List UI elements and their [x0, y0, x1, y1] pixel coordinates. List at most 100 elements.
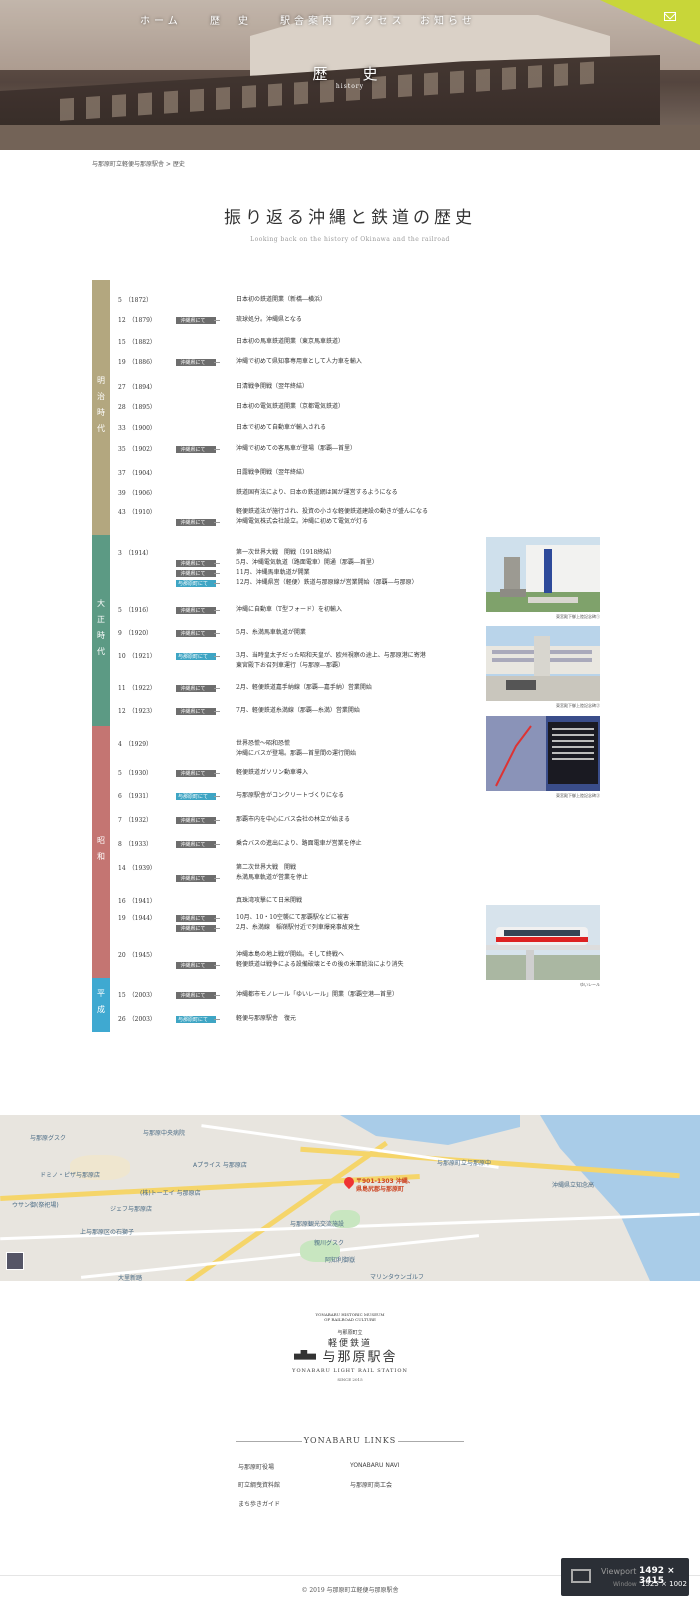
location-tag: 沖縄県にて — [176, 685, 220, 692]
map-label: ウサン御(祭祀場) — [12, 1202, 59, 1209]
location-tag: 沖縄県にて — [176, 841, 220, 848]
timeline-event: 沖縄本島の地上戦が開始。そして終戦へ — [236, 951, 344, 958]
nav-news[interactable]: お知らせ — [420, 12, 490, 27]
mail-icon[interactable] — [664, 12, 676, 21]
timeline-event: 軽便鉄道法が施行され、投資の小さな軽便鉄道建設の動きが盛んになる — [236, 508, 429, 515]
hero-title: 歴 史 — [312, 65, 388, 83]
location-tag: 沖縄県にて — [176, 359, 220, 366]
timeline-event: 沖縄にバスが登場。那覇―首里間の運行開始 — [236, 750, 357, 757]
photo-caption-4: ゆいレール — [580, 982, 600, 987]
timeline-event: 世界恐慌～昭和恐慌 — [236, 740, 291, 747]
map-label: 阿知利御嶽 — [325, 1257, 356, 1264]
timeline-event: 沖縄で初めて県知事専用車として人力車を輸入 — [236, 358, 362, 365]
street-view-icon[interactable] — [6, 1252, 24, 1270]
location-tag: 与那原町にて — [176, 793, 220, 800]
location-tag: 与那原町にて — [176, 580, 220, 587]
location-tag: 沖縄県にて — [176, 570, 220, 577]
timeline-event: 軽便与那原駅舎 復元 — [236, 1015, 297, 1022]
photo-caption-1: 東宮殿下御上陸記念碑① — [556, 614, 600, 619]
timeline-event: 沖縄都市モノレール「ゆいレール」開業（那覇空港―首里） — [236, 991, 399, 998]
timeline-event: 5月、糸満馬車軌道が開業 — [236, 629, 306, 636]
site-logo[interactable]: YONABARU HISTORIC MUSEUM OF RAILROAD CUL… — [290, 1312, 410, 1392]
timeline-event: 日露戦争開戦（翌年終結） — [236, 469, 309, 476]
map-label: マリンタウンゴルフ — [370, 1274, 425, 1281]
hero-banner: ホーム 歴 史 駅舎案内 アクセス お知らせ 歴 史 history — [0, 0, 700, 150]
link-museum[interactable]: 町立綱曳資料館 — [238, 1480, 280, 1489]
location-tag: 沖縄県にて — [176, 519, 220, 526]
location-tag: 沖縄県にて — [176, 560, 220, 567]
global-nav: ホーム 歴 史 駅舎案内 アクセス お知らせ — [140, 12, 490, 27]
links-title: YONABARU LINKS — [303, 1436, 397, 1445]
timeline-event: 7月、軽便鉄道糸満線（那覇―糸満）営業開始 — [236, 707, 360, 714]
timeline-event: 乗合バスの進出により、路面電車が営業を停止 — [236, 840, 362, 847]
page-subtitle: Looking back on the history of Okinawa a… — [250, 236, 450, 243]
map-label: 上与那原区の石獅子 — [80, 1229, 135, 1236]
timeline-event: 那覇市内を中心にバス会社の林立が始まる — [236, 816, 351, 823]
location-tag: 沖縄県にて — [176, 915, 220, 922]
map-label: Aプライス 与那原店 — [193, 1162, 247, 1169]
timeline-event: 日本初の鉄道開業（新橋―横浜） — [236, 296, 327, 303]
nav-home[interactable]: ホーム — [140, 12, 210, 27]
timeline-event: 軽便鉄道ガソリン動車導入 — [236, 769, 309, 776]
map-label: (株)トーエイ 与那原店 — [140, 1190, 201, 1197]
nav-access[interactable]: アクセス — [350, 12, 420, 27]
timeline-event: 2月、糸満線 稲嶺駅付近で列車爆発事故発生 — [236, 924, 360, 931]
map-pin-label: 〒901-1303 沖縄、 県島尻郡与那原町 — [356, 1178, 414, 1193]
timeline-event: 糸満馬車軌道が営業を停止 — [236, 874, 309, 881]
page-title: 振り返る沖縄と鉄道の歴史 — [224, 208, 476, 228]
photo-caption-2: 東宮殿下御上陸記念碑② — [556, 703, 600, 708]
map-label: 与那原グスク — [30, 1135, 67, 1142]
map-pin-icon[interactable] — [341, 1174, 357, 1191]
location-tag: 沖縄県にて — [176, 446, 220, 453]
location-tag: 沖縄県にて — [176, 817, 220, 824]
location-tag: 沖縄県にて — [176, 630, 220, 637]
location-tag: 与那原町にて — [176, 653, 220, 660]
nav-history[interactable]: 歴 史 — [210, 12, 280, 27]
photo-caption-3: 東宮殿下御上陸記念碑③ — [556, 793, 600, 798]
era-band: 明治時代 — [92, 280, 110, 535]
timeline-event: 3月、当時皇太子だった昭和天皇が、欧州視察の途上、与那原港に寄港 — [236, 652, 426, 659]
breadcrumb[interactable]: 与那原町立軽便与那原駅舎 > 歴史 — [92, 159, 185, 168]
monitor-icon — [571, 1569, 591, 1583]
monument-photo-3 — [486, 716, 600, 791]
link-yonabaru-navi[interactable]: YONABARU NAVI — [350, 1462, 399, 1469]
era-band: 大正時代 — [92, 535, 110, 726]
era-band: 平成 — [92, 978, 110, 1032]
location-tag: 沖縄県にて — [176, 317, 220, 324]
timeline-event: 11月、沖縄馬車軌道が開業 — [236, 569, 310, 576]
map-label: 与那原町立与那原中 — [437, 1160, 492, 1167]
location-tag: 沖縄県にて — [176, 607, 220, 614]
timeline-event: 10月、10・10空襲にて那覇駅などに被害 — [236, 914, 349, 921]
nav-station-guide[interactable]: 駅舎案内 — [280, 12, 350, 27]
map-label: 与那原中央病院 — [143, 1130, 186, 1137]
location-tag: 沖縄県にて — [176, 875, 220, 882]
hero-subtitle: history — [335, 83, 365, 90]
era-band: 昭和 — [92, 726, 110, 978]
timeline-event: 与那原駅舎がコンクリートづくりになる — [236, 792, 345, 799]
monument-photo-2 — [486, 626, 600, 701]
link-walk-guide[interactable]: まち歩きガイド — [238, 1499, 280, 1508]
location-tag: 沖縄県にて — [176, 708, 220, 715]
location-tag: 沖縄県にて — [176, 992, 220, 999]
timeline-event: 12月、沖縄県営（軽便）鉄道与那原線が営業開始（那覇―与那原） — [236, 579, 418, 586]
link-chamber[interactable]: 与那原町商工会 — [350, 1480, 392, 1489]
link-town-office[interactable]: 与那原町役場 — [238, 1462, 274, 1471]
timeline-event: 第一次世界大戦 開戦（1918終結） — [236, 549, 336, 556]
viewport-size-overlay: Viewport 1492 × 3415 Window 1525 × 1002 — [561, 1558, 689, 1596]
map-label: 親川グスク — [314, 1240, 345, 1247]
timeline-event: 軽便鉄道は戦争による設備破壊とその後の米軍統治により消失 — [236, 961, 404, 968]
timeline-event: 日清戦争開戦（翌年終結） — [236, 383, 309, 390]
monument-photo-1 — [486, 537, 600, 612]
timeline-event: 沖縄で初めての客馬車が登場（那覇―首里） — [236, 445, 357, 452]
location-tag: 沖縄県にて — [176, 962, 220, 969]
timeline-event: 真珠湾攻撃にて日米開戦 — [236, 897, 303, 904]
map-label: ドミノ・ピザ与那原店 — [40, 1172, 101, 1179]
location-tag: 与那原町にて — [176, 1016, 220, 1023]
location-tag: 沖縄県にて — [176, 770, 220, 777]
map-label: 沖縄県立知念高 — [552, 1182, 595, 1189]
timeline-event: 日本初の馬車鉄道開業（東京馬車鉄道） — [236, 338, 345, 345]
map-label: 大里新踏 — [118, 1275, 143, 1282]
timeline-event: 日本で初めて自動車が輸入される — [236, 424, 327, 431]
timeline-event: 日本初の電気鉄道開業（京都電気鉄道） — [236, 403, 345, 410]
timeline-event: 沖縄電気株式会社設立。沖縄に初めて電気が灯る — [236, 518, 369, 525]
